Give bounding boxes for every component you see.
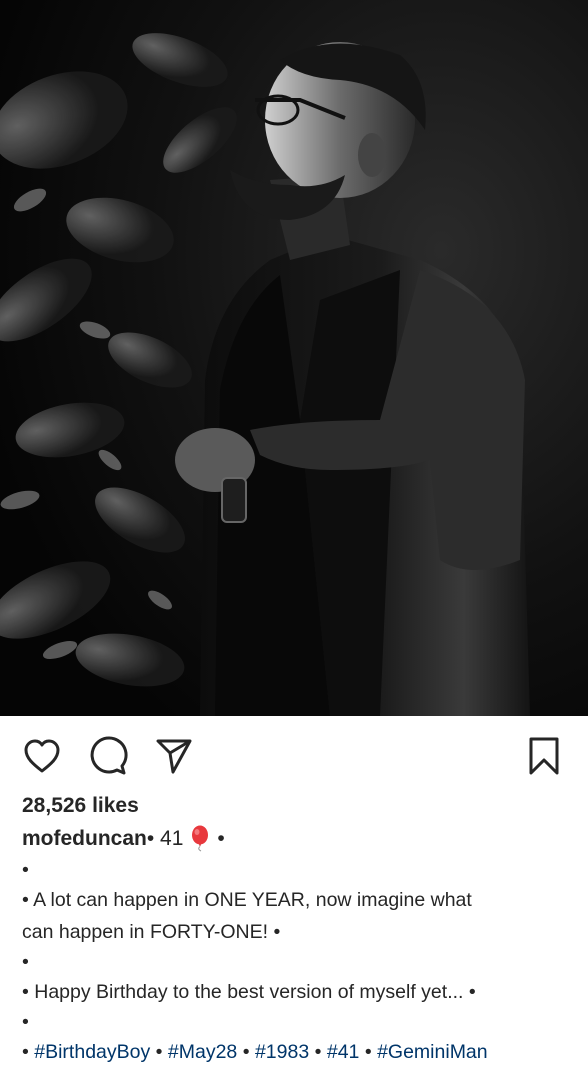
- hashtag-link[interactable]: #May28: [168, 1041, 237, 1063]
- caption-line-2: can happen in FORTY-ONE! •: [22, 921, 281, 943]
- caption-header: mofeduncan • 41 •: [22, 822, 572, 856]
- hashtag-link[interactable]: #GeminiMan: [377, 1041, 488, 1063]
- caption-line-1: • A lot can happen in ONE YEAR, now imag…: [22, 889, 472, 911]
- balloon-emoji-icon: [192, 825, 209, 852]
- save-button[interactable]: [524, 736, 564, 776]
- comment-icon: [90, 736, 128, 775]
- hashtag-separator: •: [237, 1041, 255, 1063]
- caption-hashtags: • #BirthdayBoy • #May28 • #1983 • #41 • …: [22, 1036, 572, 1068]
- post-photo[interactable]: [0, 0, 588, 716]
- hashtag-separator: •: [309, 1041, 327, 1063]
- caption-dot-3: •: [22, 1011, 29, 1033]
- hashtag-bullet: •: [22, 1041, 35, 1063]
- hashtag-separator: •: [359, 1041, 378, 1063]
- caption-dot-2: •: [22, 951, 29, 973]
- hashtag-link[interactable]: #BirthdayBoy: [34, 1041, 150, 1063]
- send-icon: [156, 739, 192, 774]
- share-button[interactable]: [154, 736, 194, 776]
- hashtag-separator: •: [150, 1041, 168, 1063]
- username[interactable]: mofeduncan: [22, 822, 147, 856]
- caption-bullet: •: [217, 827, 225, 850]
- caption-dot-1: •: [22, 859, 29, 881]
- bookmark-icon: [529, 737, 559, 775]
- post-action-bar: [0, 716, 588, 796]
- hashtag-link[interactable]: #41: [327, 1041, 360, 1063]
- post-caption-area: 28,526 likes mofeduncan • 41 • • • A lot…: [22, 790, 572, 1068]
- like-button[interactable]: [22, 736, 62, 776]
- caption-age: • 41: [146, 827, 184, 850]
- heart-icon: [24, 739, 60, 773]
- portrait-photo: [0, 0, 588, 716]
- caption-line-3: • Happy Birthday to the best version of …: [22, 981, 476, 1003]
- hashtag-link[interactable]: #1983: [255, 1041, 309, 1063]
- likes-count[interactable]: 28,526 likes: [22, 790, 572, 822]
- comment-button[interactable]: [88, 736, 128, 776]
